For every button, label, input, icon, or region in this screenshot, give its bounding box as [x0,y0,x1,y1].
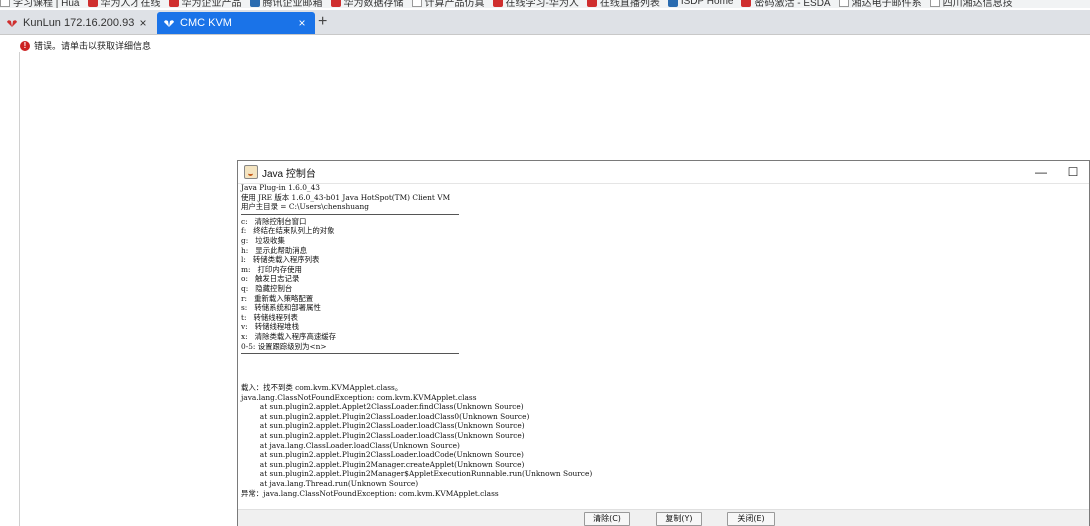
minimize-button[interactable]: — [1025,165,1057,179]
console-line: c: 清除控制台窗口 [241,216,307,226]
new-tab-button[interactable]: + [318,13,327,31]
console-line: g: 垃圾收集 [241,235,285,245]
bookmarks-bar: 学习课程 | Hua 华为人才在线 华为企业产品 腾讯企业邮箱 华为数据存储 计算产品仿真… [0,0,1090,8]
huawei-icon [741,0,752,7]
java-console-window: Java 控制台 — ☐ Java Plug-in 1.6.0_43 使用 JRE… [237,160,1090,526]
bookmark-label: 华为人才在线 [100,0,161,8]
window-titlebar[interactable]: Java 控制台 — ☐ [238,161,1089,184]
huawei-icon [492,0,503,7]
bookmark-item[interactable]: ISDP Home [667,0,734,8]
console-line: 0-5: 设置跟踪级别为<n> [241,341,327,351]
bookmark-label: 华为数据存储 [343,0,404,8]
bookmark-label: 密码激活 - ESDA [754,0,831,8]
maximize-button[interactable]: ☐ [1057,165,1089,179]
huawei-icon [586,0,597,7]
huawei-icon [168,0,179,7]
close-button[interactable]: 关闭(E) [727,512,775,526]
console-line: at sun.plugin2.applet.Plugin2ClassLoader… [241,450,524,460]
console-line: 使用 JRE 版本 1.6.0_43-b01 Java HotSpot(TM) … [241,192,451,202]
console-line: 用户主目录 = C:\Users\chenshuang [241,202,369,212]
clear-button[interactable]: 清除(C) [584,512,630,526]
console-header: Java Plug-in 1.6.0_43 使用 JRE 版本 1.6.0_43-… [241,183,1089,212]
applet-error-link[interactable]: ! 错误。请单击以获取详细信息 [20,39,151,52]
console-line: java.lang.ClassNotFoundException: com.kv… [241,392,477,402]
console-line: s: 转储系统和部署属性 [241,303,321,313]
close-icon[interactable]: × [136,16,150,30]
applet-area-border [19,52,20,526]
console-line: at sun.plugin2.applet.Plugin2Manager.cre… [241,459,525,469]
bookmark-label: 在线直播列表 [599,0,660,8]
console-line: 载入：找不到类 com.kvm.KVMApplet.class。 [241,383,403,393]
console-line: at sun.plugin2.applet.Applet2ClassLoader… [241,402,524,412]
console-line: h: 显示此帮助消息 [241,245,308,255]
bookmark-item[interactable]: 学习课程 | Hua [0,0,80,8]
console-line: f: 终结在结束队列上的对象 [241,226,335,236]
bookmark-label: 腾讯企业邮箱 [262,0,323,8]
huawei-icon [164,19,174,27]
console-line: q: 隐藏控制台 [241,283,293,293]
bookmark-item[interactable]: 腾讯企业邮箱 [249,0,323,8]
bookmark-label: 湘达电子邮件系 [851,0,922,8]
console-line: at sun.plugin2.applet.Plugin2ClassLoader… [241,421,525,431]
console-line: m: 打印内存使用 [241,264,302,274]
java-cup-icon [244,165,258,179]
console-line: t: 转储线程列表 [241,312,298,322]
mail-icon [249,0,260,7]
tab-strip: KunLun 172.16.200.93 × CMC KVM × + [0,10,1090,35]
bookmark-item[interactable]: 湘达电子邮件系 [838,0,922,8]
bookmark-label: 计算产品仿真 [424,0,485,8]
tab-kunlun[interactable]: KunLun 172.16.200.93 × [0,12,156,34]
bookmark-item[interactable]: 密码激活 - ESDA [741,0,831,8]
console-output[interactable]: Java Plug-in 1.6.0_43 使用 JRE 版本 1.6.0_43-… [238,183,1089,509]
bookmark-item[interactable]: 四川湘达信息技 [929,0,1013,8]
page-icon [838,0,849,7]
page-icon [0,0,10,7]
bookmark-item[interactable]: 在线直播列表 [586,0,660,8]
console-line: v: 转储线程堆栈 [241,322,300,332]
bookmark-label: 在线学习-华为人 [505,0,579,8]
bookmark-item[interactable]: 华为企业产品 [168,0,242,8]
console-line: 异常：java.lang.ClassNotFoundException: com… [241,488,499,498]
tab-cmc-kvm[interactable]: CMC KVM × [157,12,315,34]
console-line: r: 重新载入策略配置 [241,293,314,303]
page-icon [929,0,940,7]
tab-title: KunLun 172.16.200.93 [23,17,135,29]
bookmark-item[interactable]: 计算产品仿真 [411,0,485,8]
console-line: Java Plug-in 1.6.0_43 [241,183,321,192]
bookmark-label: ISDP Home [680,0,734,7]
divider [241,213,459,215]
close-icon[interactable]: × [295,16,309,30]
bookmark-item[interactable]: 华为人才在线 [87,0,161,8]
console-errors: 载入：找不到类 com.kvm.KVMApplet.class。 java.lan… [241,383,1089,498]
error-icon: ! [20,40,30,51]
bookmark-label: 华为企业产品 [181,0,242,8]
error-message: 错误。请单击以获取详细信息 [34,41,152,51]
window-title: Java 控制台 [262,168,316,180]
console-line: o: 触发日志记录 [241,274,300,284]
tab-title: CMC KVM [180,17,232,29]
console-line: at sun.plugin2.applet.Plugin2Manager$App… [241,469,593,479]
divider [241,353,459,355]
button-bar: 清除(C) 复制(Y) 关闭(E) [238,509,1089,526]
console-line: at sun.plugin2.applet.Plugin2ClassLoader… [241,411,530,421]
huawei-icon [87,0,98,7]
page-icon [411,0,422,7]
bookmark-item[interactable]: 在线学习-华为人 [492,0,579,8]
isdp-icon [667,0,678,7]
console-line: l: 转储类载入程序列表 [241,255,320,265]
bookmark-label: 学习课程 | Hua [13,0,80,8]
copy-button[interactable]: 复制(Y) [656,512,702,526]
console-help: c: 清除控制台窗口 f: 终结在结束队列上的对象 g: 垃圾收集 h: 显示此帮助消… [241,217,1089,351]
console-line: at sun.plugin2.applet.Plugin2ClassLoader… [241,431,525,441]
bookmark-label: 四川湘达信息技 [942,0,1013,8]
console-line: x: 清除类载入程序高速缓存 [241,331,337,341]
huawei-icon [7,19,17,27]
huawei-icon [330,0,341,7]
console-line: at java.lang.Thread.run(Unknown Source) [241,479,419,489]
bookmark-item[interactable]: 华为数据存储 [330,0,404,8]
console-line: at java.lang.ClassLoader.loadClass(Unkno… [241,440,460,450]
